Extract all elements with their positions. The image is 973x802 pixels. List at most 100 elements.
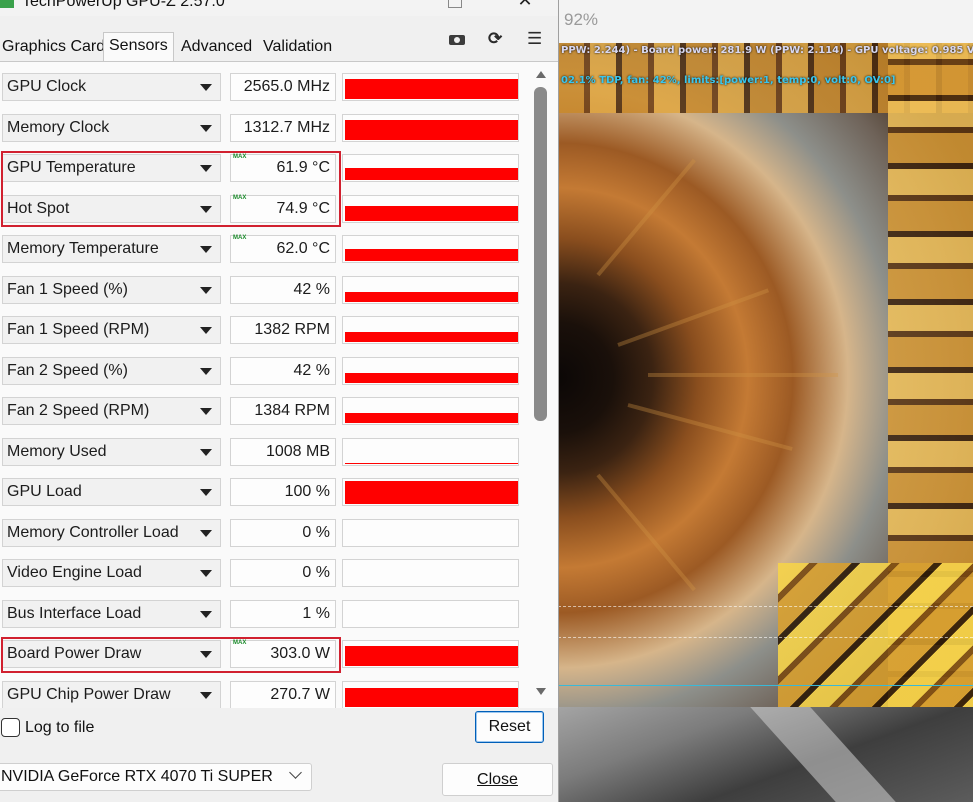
sensor-value-box: MAX 62.0 °C xyxy=(230,235,336,263)
sensor-name-dropdown[interactable]: Memory Temperature xyxy=(2,235,221,263)
sensor-value-box: 2565.0 MHz xyxy=(230,73,336,101)
sensor-graph-bar xyxy=(345,291,518,302)
sensor-list: GPU Clock 2565.0 MHz Memory Clock 1312.7 MH… xyxy=(0,62,558,708)
log-to-file-label[interactable]: Log to file xyxy=(25,719,94,737)
sensor-row: GPU Clock 2565.0 MHz xyxy=(0,70,530,104)
sensor-value: 270.7 W xyxy=(270,685,330,703)
sensor-row: GPU Load 100 % xyxy=(0,475,530,509)
gpu-select-dropdown[interactable]: NVIDIA GeForce RTX 4070 Ti SUPER xyxy=(0,763,312,791)
sensor-name-dropdown[interactable]: Fan 2 Speed (RPM) xyxy=(2,397,221,425)
gpuz-window: TechPowerUp GPU-Z 2.57.0 — ✕ Graphics Ca… xyxy=(0,0,559,802)
benchmark-render-view xyxy=(558,43,973,707)
tab-validation[interactable]: Validation xyxy=(260,36,335,60)
sensor-name-label: Fan 2 Speed (%) xyxy=(7,361,128,379)
dropdown-arrow-icon[interactable] xyxy=(200,489,212,496)
render-detail xyxy=(648,373,838,377)
dropdown-arrow-icon[interactable] xyxy=(200,408,212,415)
scroll-thumb[interactable] xyxy=(534,87,547,421)
sensor-value-box: 1384 RPM xyxy=(230,397,336,425)
sensor-value-box: 1382 RPM xyxy=(230,316,336,344)
sensor-graph-bar xyxy=(345,79,518,99)
sensor-graph xyxy=(342,599,519,628)
sensor-name-dropdown[interactable]: Memory Controller Load xyxy=(2,518,221,547)
sensor-name-dropdown[interactable]: Fan 1 Speed (%) xyxy=(2,275,221,304)
sensor-graph xyxy=(342,275,519,304)
app-icon xyxy=(0,0,14,8)
close-button-label: Close xyxy=(477,771,518,788)
gpu-select-value: NVIDIA GeForce RTX 4070 Ti SUPER xyxy=(1,768,273,785)
highlight-box xyxy=(1,637,341,673)
sensor-name-label: Fan 1 Speed (%) xyxy=(7,280,128,298)
sensor-graph-bar xyxy=(345,462,518,464)
hamburger-menu-icon[interactable]: ☰ xyxy=(527,29,542,49)
refresh-icon[interactable]: ⟳ xyxy=(488,29,502,49)
overlay-line xyxy=(558,685,973,686)
tab-sensors[interactable]: Sensors xyxy=(103,32,174,62)
sensor-value-box: 42 % xyxy=(230,356,336,385)
tab-graphics-card[interactable]: Graphics Card xyxy=(0,36,108,60)
sensor-name-dropdown[interactable]: Bus Interface Load xyxy=(2,599,221,628)
dropdown-arrow-icon[interactable] xyxy=(200,448,212,456)
tab-bar: Graphics Card Sensors Advanced Validatio… xyxy=(0,30,558,62)
title-bar: TechPowerUp GPU-Z 2.57.0 — ✕ xyxy=(0,0,558,16)
scroll-up-arrow-icon[interactable] xyxy=(536,71,546,78)
sensor-name-dropdown[interactable]: Memory Used xyxy=(2,437,221,466)
sensor-graph xyxy=(342,680,519,708)
sensor-graph xyxy=(342,478,519,506)
sensor-value: 1384 RPM xyxy=(254,402,330,419)
minimize-button[interactable]: — xyxy=(378,0,396,8)
sensor-name-label: GPU Clock xyxy=(7,78,87,95)
sensor-name-dropdown[interactable]: Fan 2 Speed (%) xyxy=(2,356,221,385)
dropdown-arrow-icon[interactable] xyxy=(200,529,212,537)
sensor-name-dropdown[interactable]: Memory Clock xyxy=(2,113,221,142)
dropdown-arrow-icon[interactable] xyxy=(200,327,212,334)
sensor-row: Fan 2 Speed (%) 42 % xyxy=(0,354,530,388)
sensor-name-label: Memory Controller Load xyxy=(7,523,179,541)
osd-limits-line: 02.1% TDP, fan: 42%, limits:[power:1, te… xyxy=(561,75,896,86)
osd-power-line: PPW: 2.244) - Board power: 281.9 W (PPW:… xyxy=(561,45,973,56)
sensor-value: 62.0 °C xyxy=(276,240,330,257)
sensor-graph xyxy=(342,356,519,385)
sensor-graph-bar xyxy=(345,249,518,261)
render-detail xyxy=(627,403,793,451)
dropdown-arrow-icon[interactable] xyxy=(200,286,212,294)
render-detail xyxy=(596,473,696,592)
sensor-graph xyxy=(342,154,519,182)
benchmark-titlebar: 92% xyxy=(558,0,973,43)
sensor-name-label: Video Engine Load xyxy=(7,564,142,581)
log-to-file-checkbox[interactable] xyxy=(1,718,20,737)
sensor-name-label: Fan 2 Speed (RPM) xyxy=(7,402,150,419)
sensor-value: 42 % xyxy=(293,280,330,298)
tab-advanced[interactable]: Advanced xyxy=(178,36,255,60)
sensor-value: 0 % xyxy=(302,564,330,581)
sensor-scrollbar[interactable] xyxy=(532,62,549,708)
render-detail xyxy=(617,288,770,347)
dropdown-arrow-icon[interactable] xyxy=(200,246,212,253)
sensor-name-dropdown[interactable]: GPU Chip Power Draw xyxy=(2,680,221,708)
sensor-row: Fan 1 Speed (%) 42 % xyxy=(0,273,530,307)
dropdown-arrow-icon[interactable] xyxy=(200,124,212,132)
sensor-graph xyxy=(342,73,519,101)
sensor-name-dropdown[interactable]: Video Engine Load xyxy=(2,559,221,587)
sensor-name-dropdown[interactable]: Fan 1 Speed (RPM) xyxy=(2,316,221,344)
maximize-button[interactable] xyxy=(448,0,462,8)
sensor-value: 42 % xyxy=(293,361,330,379)
scroll-down-arrow-icon[interactable] xyxy=(536,688,546,695)
dropdown-arrow-icon[interactable] xyxy=(200,84,212,91)
dropdown-arrow-icon[interactable] xyxy=(200,570,212,577)
close-button[interactable]: Close xyxy=(442,763,553,796)
sensor-graph-bar xyxy=(345,332,518,342)
background-desktop xyxy=(558,707,973,802)
dropdown-arrow-icon[interactable] xyxy=(200,367,212,375)
window-close-button[interactable]: ✕ xyxy=(515,0,535,12)
sensor-name-dropdown[interactable]: GPU Clock xyxy=(2,73,221,101)
dropdown-arrow-icon[interactable] xyxy=(200,610,212,618)
sensor-graph xyxy=(342,235,519,263)
sensor-row: Fan 1 Speed (RPM) 1382 RPM xyxy=(0,313,530,347)
sensor-value-box: 100 % xyxy=(230,478,336,506)
sensor-name-dropdown[interactable]: GPU Load xyxy=(2,478,221,506)
max-indicator: MAX xyxy=(233,235,247,241)
dropdown-arrow-icon[interactable] xyxy=(200,691,212,699)
reset-button[interactable]: Reset xyxy=(475,711,544,743)
camera-icon[interactable] xyxy=(449,33,465,45)
